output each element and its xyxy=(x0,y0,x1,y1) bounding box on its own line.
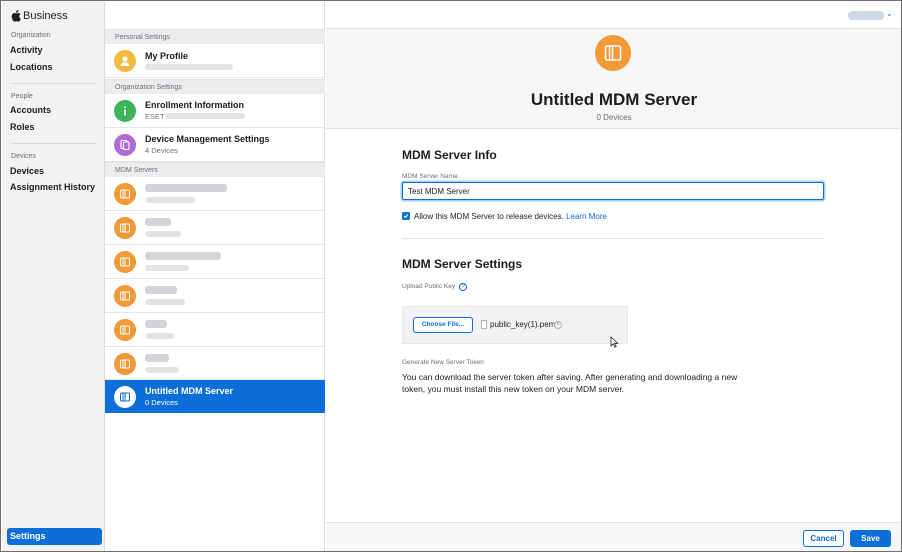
list-item-title: Device Management Settings xyxy=(145,134,270,144)
list-item-mdm-server[interactable] xyxy=(105,313,325,347)
choose-file-button[interactable]: Choose File... xyxy=(413,317,473,333)
release-devices-checkbox[interactable] xyxy=(402,212,410,220)
redacted-text xyxy=(145,252,221,260)
device-stack-icon xyxy=(114,134,136,156)
list-item-mdm-server[interactable] xyxy=(105,245,325,279)
token-label: Generate New Server Token xyxy=(402,359,484,366)
redacted-text xyxy=(145,320,167,328)
file-name: public_key(1).pem xyxy=(490,320,556,329)
token-description: You can download the server token after … xyxy=(402,372,738,394)
list-item-subtitle: 4 Devices xyxy=(145,146,178,155)
section-header-organization: Organization Settings xyxy=(105,79,325,94)
list-item-subtitle: ESET xyxy=(145,112,165,121)
nav-group-label-devices: Devices xyxy=(11,153,36,160)
mouse-cursor-icon xyxy=(610,336,619,348)
redacted-text xyxy=(145,231,181,237)
list-item-mdm-server[interactable] xyxy=(105,347,325,380)
redacted-text xyxy=(145,218,171,226)
detail-pane: ⌄ Untitled MDM Server 0 Devices MDM Serv… xyxy=(326,2,901,551)
redacted-text xyxy=(145,197,195,203)
redacted-text xyxy=(145,299,185,305)
server-icon xyxy=(114,319,136,341)
redacted-text xyxy=(145,354,169,362)
redacted-text xyxy=(145,367,179,373)
server-icon xyxy=(114,251,136,273)
section-divider xyxy=(402,238,824,239)
server-icon xyxy=(114,353,136,375)
settings-list: Personal Settings My Profile Organizatio… xyxy=(105,2,325,551)
redacted-text xyxy=(165,113,245,119)
list-item-enrollment-information[interactable]: Enrollment Information ESET xyxy=(105,94,325,128)
nav-item-assignment-history[interactable]: Assignment History xyxy=(10,182,95,192)
nav-item-accounts[interactable]: Accounts xyxy=(10,105,51,115)
list-item-title: Enrollment Information xyxy=(145,100,244,110)
brand-name: Business xyxy=(23,10,68,22)
list-item-untitled-mdm-server[interactable]: Untitled MDM Server 0 Devices xyxy=(105,380,325,413)
brand: Business xyxy=(11,10,68,22)
nav-item-locations[interactable]: Locations xyxy=(10,62,53,72)
nav-item-roles[interactable]: Roles xyxy=(10,122,35,132)
learn-more-link[interactable]: Learn More xyxy=(566,212,607,221)
sidebar: Business Organization Activity Locations… xyxy=(2,2,105,551)
list-item-mdm-server[interactable] xyxy=(105,211,325,245)
upload-area: Choose File... public_key(1).pem × xyxy=(402,306,628,344)
nav-item-activity[interactable]: Activity xyxy=(10,45,43,55)
server-icon xyxy=(114,285,136,307)
nav-item-devices[interactable]: Devices xyxy=(10,166,44,176)
redacted-text xyxy=(145,265,189,271)
list-item-mdm-server[interactable] xyxy=(105,177,325,211)
account-menu[interactable] xyxy=(848,11,884,20)
release-devices-label: Allow this MDM Server to release devices… xyxy=(414,212,607,221)
list-item-subtitle: 0 Devices xyxy=(145,398,178,407)
server-icon xyxy=(595,35,631,71)
section-header-mdm-servers: MDM Servers xyxy=(105,162,325,177)
release-devices-text: Allow this MDM Server to release devices… xyxy=(414,212,564,221)
save-button[interactable]: Save xyxy=(850,530,891,547)
section-title-settings: MDM Server Settings xyxy=(402,257,523,271)
info-icon xyxy=(114,100,136,122)
top-bar: ⌄ xyxy=(326,2,901,29)
server-name-input[interactable] xyxy=(402,182,824,200)
cancel-button[interactable]: Cancel xyxy=(803,530,844,547)
list-item-device-management-settings[interactable]: Device Management Settings 4 Devices xyxy=(105,128,325,162)
server-icon xyxy=(114,183,136,205)
list-item-my-profile[interactable]: My Profile xyxy=(105,44,325,78)
file-icon xyxy=(481,320,487,329)
redacted-text xyxy=(145,64,233,70)
apple-logo-icon xyxy=(11,10,21,22)
chevron-down-icon[interactable]: ⌄ xyxy=(886,9,893,18)
nav-group-label-organization: Organization xyxy=(11,32,51,39)
redacted-text xyxy=(145,333,175,339)
upload-key-label: Upload Public Key xyxy=(402,283,456,290)
list-item-mdm-server[interactable] xyxy=(105,279,325,313)
redacted-text xyxy=(145,286,177,294)
list-item-title: Untitled MDM Server xyxy=(145,386,234,396)
help-icon[interactable]: ? xyxy=(459,283,467,291)
list-item-title: My Profile xyxy=(145,51,189,61)
section-title-info: MDM Server Info xyxy=(402,148,497,162)
device-count: 0 Devices xyxy=(596,113,632,122)
redacted-text xyxy=(145,184,227,192)
remove-file-icon[interactable]: × xyxy=(554,321,562,329)
server-icon xyxy=(114,386,136,408)
nav-divider xyxy=(11,83,97,84)
nav-divider xyxy=(11,143,97,144)
person-icon xyxy=(114,50,136,72)
app-window: Business Organization Activity Locations… xyxy=(0,0,902,552)
footer-bar: Cancel Save xyxy=(326,522,901,551)
page-title: Untitled MDM Server xyxy=(530,90,698,109)
server-icon xyxy=(114,217,136,239)
server-name-label: MDM Server Name xyxy=(402,173,458,180)
section-header-personal: Personal Settings xyxy=(105,29,325,44)
hero-header: Untitled MDM Server 0 Devices xyxy=(326,29,901,129)
nav-item-settings[interactable]: Settings xyxy=(7,528,102,545)
nav-group-label-people: People xyxy=(11,93,33,100)
